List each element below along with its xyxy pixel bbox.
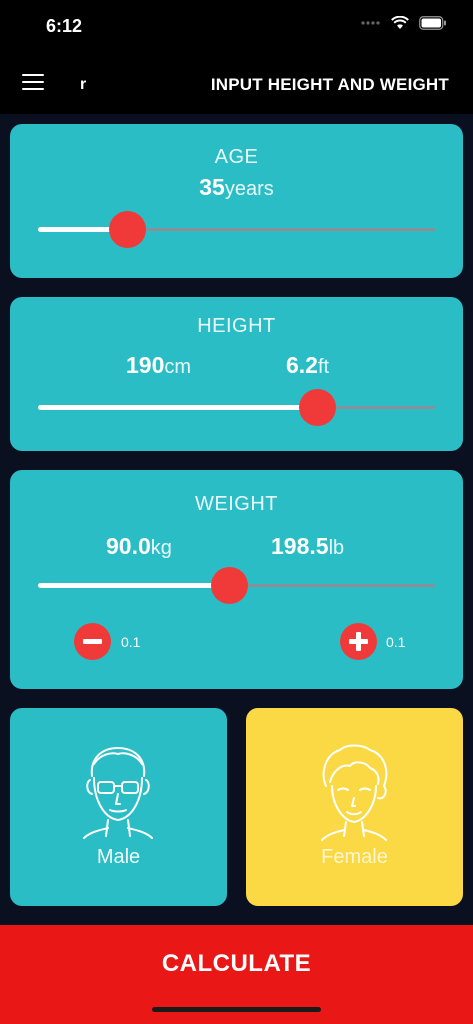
weight-slider-thumb[interactable] xyxy=(210,567,248,604)
age-unit: years xyxy=(224,178,274,200)
plus-icon-vertical xyxy=(356,632,361,651)
battery-icon xyxy=(419,16,446,30)
home-indicator xyxy=(152,1007,321,1012)
age-slider[interactable] xyxy=(38,210,435,250)
weight-decrement-step: 0.1 xyxy=(121,634,141,650)
status-icons xyxy=(361,16,447,30)
minus-icon xyxy=(83,639,102,644)
age-value: 35years xyxy=(10,174,463,201)
weight-lb-unit: lb xyxy=(328,537,345,559)
weight-kg-number: 90.0 xyxy=(106,533,151,559)
weight-slider[interactable] xyxy=(38,566,435,606)
age-slider-thumb[interactable] xyxy=(108,211,146,248)
age-title: AGE xyxy=(214,146,259,168)
weight-lb-value: 198.5lb xyxy=(271,533,344,560)
weight-decrement-button[interactable] xyxy=(74,623,111,660)
gender-male-button[interactable]: Male xyxy=(10,708,227,906)
wifi-icon xyxy=(391,16,409,29)
weight-increment-button[interactable] xyxy=(340,623,377,660)
nav-glyph: r xyxy=(80,76,87,93)
hamburger-menu-icon[interactable] xyxy=(22,74,44,92)
gender-female-button[interactable]: Female xyxy=(246,708,463,906)
female-face-icon xyxy=(321,744,388,841)
weight-card: WEIGHT 90.0kg 198.5lb 0.1 0.1 xyxy=(10,470,463,689)
status-time: 6:12 xyxy=(46,16,83,36)
cellular-signal-icon xyxy=(361,21,380,25)
weight-lb-number: 198.5 xyxy=(271,533,329,559)
height-cm-value: 190cm xyxy=(126,352,191,379)
height-slider-fill xyxy=(38,405,318,410)
height-cm-unit: cm xyxy=(164,356,192,378)
height-cm-number: 190 xyxy=(126,352,165,378)
page-title: INPUT HEIGHT AND WEIGHT xyxy=(210,75,449,94)
calculate-label: CALCULATE xyxy=(161,950,312,977)
gender-male-label: Male xyxy=(96,846,141,868)
navigation-bar: r INPUT HEIGHT AND WEIGHT xyxy=(0,54,473,114)
weight-slider-fill xyxy=(38,583,229,588)
age-number: 35 xyxy=(199,174,225,200)
gender-female-label: Female xyxy=(321,846,388,868)
height-ft-unit: ft xyxy=(317,356,330,378)
height-slider[interactable] xyxy=(38,388,435,428)
male-face-icon xyxy=(83,747,153,839)
weight-kg-value: 90.0kg xyxy=(106,533,172,560)
age-card: AGE 35years xyxy=(10,124,463,278)
height-ft-value: 6.2ft xyxy=(286,352,329,379)
weight-title: WEIGHT xyxy=(195,493,278,515)
height-title: HEIGHT xyxy=(197,315,276,337)
height-slider-thumb[interactable] xyxy=(299,389,337,426)
weight-kg-unit: kg xyxy=(150,537,172,559)
height-card: HEIGHT 190cm 6.2ft xyxy=(10,297,463,451)
weight-increment-step: 0.1 xyxy=(386,634,406,650)
status-bar: 6:12 xyxy=(0,0,473,54)
height-ft-number: 6.2 xyxy=(286,352,318,378)
